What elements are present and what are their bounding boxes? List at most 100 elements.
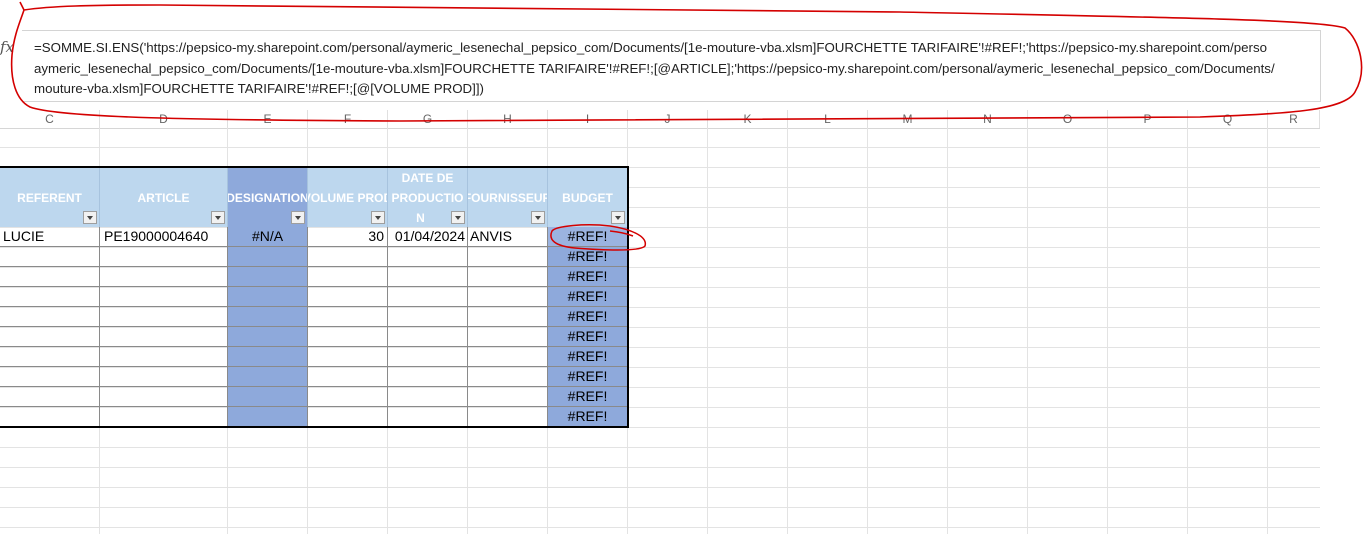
column-header-i[interactable]: I [548, 110, 628, 128]
column-header-c[interactable]: C [0, 110, 100, 128]
column-header-l[interactable]: L [788, 110, 868, 128]
cell-article[interactable] [100, 347, 228, 367]
cell-date[interactable] [388, 347, 468, 367]
formula-text[interactable]: =SOMME.SI.ENS('https://pepsico-my.sharep… [34, 38, 1320, 100]
cell-designation[interactable] [228, 287, 308, 307]
cell-budget[interactable]: #REF! [548, 247, 628, 267]
cell-referent[interactable] [0, 267, 100, 287]
cell-volume[interactable] [308, 287, 388, 307]
cell-designation[interactable] [228, 407, 308, 427]
cell-referent[interactable] [0, 327, 100, 347]
cell-referent[interactable] [0, 307, 100, 327]
cell-article[interactable] [100, 287, 228, 307]
cell-volume[interactable] [308, 367, 388, 387]
column-header-d[interactable]: D [100, 110, 228, 128]
column-header-g[interactable]: G [388, 110, 468, 128]
filter-dropdown-icon[interactable] [83, 211, 97, 224]
column-header-f[interactable]: F [308, 110, 388, 128]
cell-designation[interactable] [228, 307, 308, 327]
cell-fournisseur[interactable] [468, 367, 548, 387]
cell-fournisseur[interactable] [468, 267, 548, 287]
filter-dropdown-icon[interactable] [611, 211, 625, 224]
cell-budget[interactable]: #REF! [548, 227, 628, 247]
cell-referent[interactable] [0, 387, 100, 407]
cell-referent[interactable] [0, 347, 100, 367]
cell-referent[interactable] [0, 367, 100, 387]
cell-designation[interactable] [228, 267, 308, 287]
cell-article[interactable] [100, 267, 228, 287]
cell-budget[interactable]: #REF! [548, 307, 628, 327]
column-header-e[interactable]: E [228, 110, 308, 128]
column-header-k[interactable]: K [708, 110, 788, 128]
filter-dropdown-icon[interactable] [371, 211, 385, 224]
cell-date[interactable] [388, 287, 468, 307]
column-header-r[interactable]: R [1268, 110, 1320, 128]
column-header-q[interactable]: Q [1188, 110, 1268, 128]
cell-fournisseur[interactable] [468, 387, 548, 407]
header-fournisseur[interactable]: FOURNISSEUR [468, 167, 548, 227]
column-header-n[interactable]: N [948, 110, 1028, 128]
header-article[interactable]: ARTICLE [100, 167, 228, 227]
cell-referent[interactable] [0, 287, 100, 307]
cell-designation[interactable]: #N/A [228, 227, 308, 247]
cell-article[interactable] [100, 307, 228, 327]
cell-article[interactable] [100, 387, 228, 407]
column-header-m[interactable]: M [868, 110, 948, 128]
cell-designation[interactable] [228, 327, 308, 347]
cell-fournisseur[interactable] [468, 307, 548, 327]
cell-fournisseur[interactable] [468, 247, 548, 267]
cell-date[interactable]: 01/04/2024 [388, 227, 468, 247]
cell-budget[interactable]: #REF! [548, 407, 628, 427]
cell-budget[interactable]: #REF! [548, 387, 628, 407]
cell-referent[interactable] [0, 247, 100, 267]
cell-fournisseur[interactable] [468, 347, 548, 367]
header-referent[interactable]: REFERENT [0, 167, 100, 227]
header-budget[interactable]: BUDGET [548, 167, 628, 227]
cell-fournisseur[interactable]: ANVIS [468, 227, 548, 247]
column-header-p[interactable]: P [1108, 110, 1188, 128]
cell-volume[interactable] [308, 407, 388, 427]
cell-budget[interactable]: #REF! [548, 287, 628, 307]
cell-designation[interactable] [228, 247, 308, 267]
cell-volume[interactable] [308, 267, 388, 287]
cell-volume[interactable] [308, 307, 388, 327]
cell-article[interactable] [100, 367, 228, 387]
filter-dropdown-icon[interactable] [531, 211, 545, 224]
cell-article[interactable] [100, 327, 228, 347]
cell-designation[interactable] [228, 387, 308, 407]
cell-volume[interactable] [308, 387, 388, 407]
cell-volume[interactable] [308, 247, 388, 267]
column-header-h[interactable]: H [468, 110, 548, 128]
cell-fournisseur[interactable] [468, 407, 548, 427]
cell-volume[interactable]: 30 [308, 227, 388, 247]
cell-budget[interactable]: #REF! [548, 367, 628, 387]
cell-date[interactable] [388, 247, 468, 267]
cell-article[interactable]: PE19000004640 [100, 227, 228, 247]
header-volume-prod[interactable]: VOLUME PROD [308, 167, 388, 227]
cell-article[interactable] [100, 407, 228, 427]
cell-date[interactable] [388, 407, 468, 427]
cell-fournisseur[interactable] [468, 327, 548, 347]
cell-budget[interactable]: #REF! [548, 267, 628, 287]
cell-article[interactable] [100, 247, 228, 267]
column-header-j[interactable]: J [628, 110, 708, 128]
header-date-production[interactable]: DATE DE PRODUCTIO N [388, 167, 468, 227]
cell-date[interactable] [388, 367, 468, 387]
cell-designation[interactable] [228, 367, 308, 387]
cell-referent[interactable] [0, 407, 100, 427]
cell-date[interactable] [388, 307, 468, 327]
cell-budget[interactable]: #REF! [548, 347, 628, 367]
column-header-o[interactable]: O [1028, 110, 1108, 128]
header-designation[interactable]: DESIGNATION [228, 167, 308, 227]
filter-dropdown-icon[interactable] [211, 211, 225, 224]
cell-designation[interactable] [228, 347, 308, 367]
sort-filter-icon[interactable] [451, 211, 465, 224]
cell-date[interactable] [388, 387, 468, 407]
cell-budget[interactable]: #REF! [548, 327, 628, 347]
cell-referent[interactable]: LUCIE [0, 227, 100, 247]
filter-dropdown-icon[interactable] [291, 211, 305, 224]
cell-date[interactable] [388, 267, 468, 287]
cell-fournisseur[interactable] [468, 287, 548, 307]
cell-date[interactable] [388, 327, 468, 347]
function-icon[interactable]: fx [0, 38, 18, 58]
